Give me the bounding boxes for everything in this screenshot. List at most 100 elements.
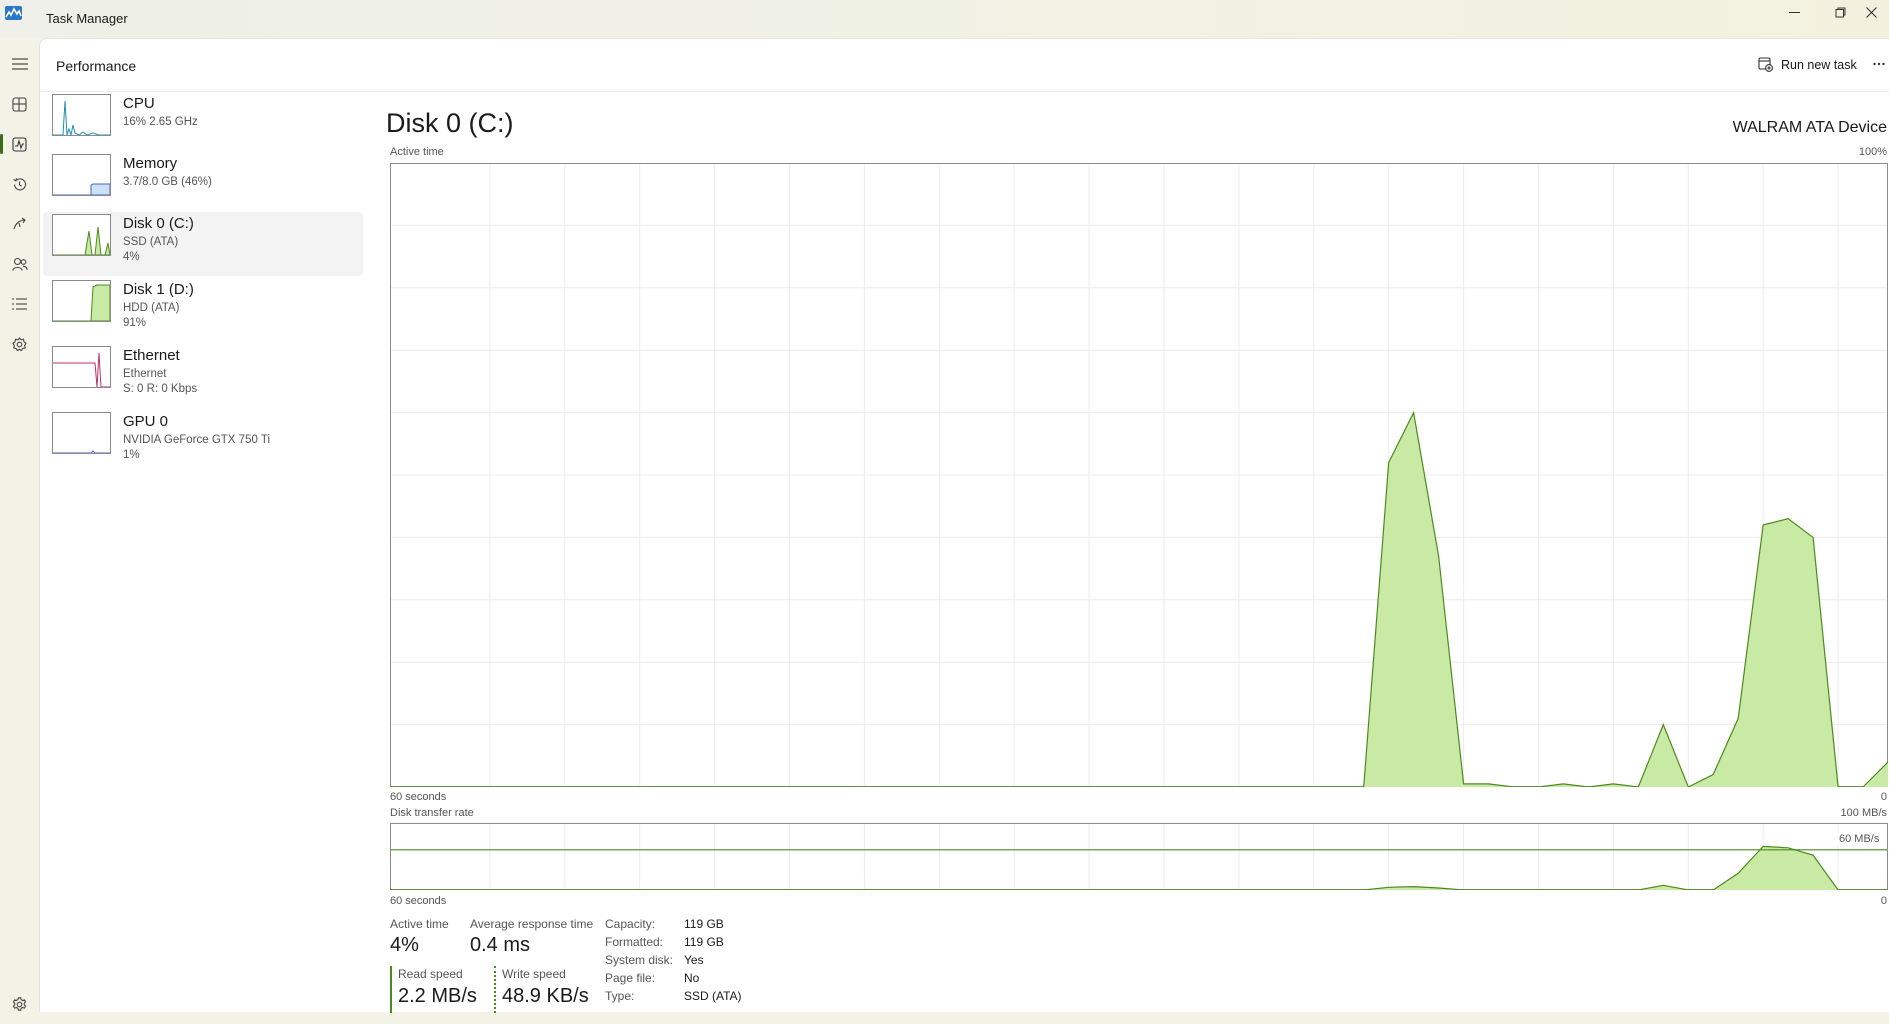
services-icon — [12, 336, 27, 351]
device-detail-line1: SSD (ATA) — [123, 236, 179, 248]
device-name: CPU — [123, 95, 155, 112]
title-bar: Task Manager — [0, 0, 1889, 38]
task-manager-app-icon — [5, 6, 22, 20]
avg-response-stat-value: 0.4 ms — [470, 934, 531, 956]
device-detail-line1: HDD (ATA) — [123, 302, 180, 314]
device-detail-line1: Ethernet — [123, 368, 167, 380]
device-detail-line2: S: 0 R: 0 Kbps — [123, 383, 198, 395]
read-speed-value: 2.2 MB/s — [398, 985, 477, 1007]
minimize-button[interactable] — [1771, 2, 1817, 22]
device-item-disk-1-d[interactable]: Disk 1 (D:) HDD (ATA) 91% — [43, 278, 363, 342]
device-item-memory[interactable]: Memory 3.7/8.0 GB (46%) — [43, 152, 363, 216]
chart-border — [390, 823, 1888, 890]
thumbnail-series — [53, 100, 110, 135]
device-thumbnail-graph — [52, 346, 111, 388]
device-name: Disk 1 (D:) — [123, 281, 194, 298]
nav-services[interactable] — [0, 324, 39, 364]
avg-response-stat-label: Average response time — [470, 917, 594, 931]
detail-title: Disk 0 (C:) — [386, 108, 514, 138]
device-detail-line2: 4% — [123, 251, 140, 263]
capacity-value: 119 GB — [684, 917, 724, 931]
nav-details[interactable] — [0, 284, 39, 324]
x2-axis-right-label: 0 — [1880, 895, 1887, 907]
write-speed-label: Write speed — [502, 967, 566, 981]
restore-icon — [1835, 7, 1845, 17]
main-panel: Performance Run new task CPU 16% 2.65 GHz… — [39, 38, 1889, 1013]
processes-icon — [12, 96, 27, 112]
active-time-chart — [390, 163, 1888, 787]
active-time-stat-value: 4% — [390, 934, 419, 956]
active-time-max-label: 100% — [1858, 146, 1887, 158]
device-name: Memory — [123, 155, 178, 172]
system-disk-value: Yes — [684, 953, 704, 967]
device-item-cpu[interactable]: CPU 16% 2.65 GHz — [43, 92, 363, 156]
thumbnail-series — [53, 352, 110, 387]
type-value: SSD (ATA) — [684, 989, 742, 1003]
transfer-rate-chart — [390, 823, 1888, 890]
device-thumbnail-graph — [52, 94, 111, 136]
run-new-task-button[interactable]: Run new task — [1748, 49, 1867, 80]
type-key: Type: — [605, 989, 635, 1003]
page-file-value: No — [684, 971, 700, 985]
more-options-button[interactable] — [1868, 53, 1889, 75]
thumbnail-series — [53, 183, 110, 195]
users-icon — [11, 257, 28, 271]
device-name: Ethernet — [123, 347, 180, 364]
device-item-disk-0-c[interactable]: Disk 0 (C:) SSD (ATA) 4% — [43, 212, 363, 276]
close-icon — [1865, 6, 1877, 18]
device-thumbnail-graph — [52, 412, 111, 454]
nav-performance[interactable] — [0, 124, 39, 164]
formatted-value: 119 GB — [684, 935, 724, 949]
formatted-key: Formatted: — [605, 935, 664, 949]
performance-icon — [12, 136, 27, 152]
transfer-reference-label: 60 MB/s — [1837, 833, 1882, 845]
thumbnail-series — [53, 450, 110, 453]
device-detail-line2: 1% — [123, 449, 140, 461]
nav-settings[interactable] — [0, 984, 39, 1024]
run-new-task-label: Run new task — [1781, 57, 1857, 72]
more-icon — [1873, 62, 1885, 66]
hamburger-icon — [11, 58, 28, 70]
device-name: GPU 0 — [123, 413, 169, 430]
transfer-rate-axis-label: Disk transfer rate — [390, 807, 474, 819]
nav-startup-apps[interactable] — [0, 204, 39, 244]
minimize-icon — [1788, 11, 1800, 13]
read-speed-marker — [390, 966, 392, 1013]
device-model: WALRAM ATA Device — [1732, 119, 1887, 136]
x-axis-left-label: 60 seconds — [390, 791, 447, 803]
device-thumbnail-graph — [52, 154, 111, 196]
read-speed-label: Read speed — [398, 967, 463, 981]
device-detail-line1: 3.7/8.0 GB (46%) — [123, 176, 212, 188]
settings-icon — [12, 996, 27, 1011]
thumbnail-series — [53, 226, 110, 255]
device-item-gpu-0[interactable]: GPU 0 NVIDIA GeForce GTX 750 Ti 1% — [43, 410, 363, 474]
nav-users[interactable] — [0, 244, 39, 284]
device-thumbnail-graph — [52, 214, 111, 256]
startup-apps-icon — [13, 217, 26, 229]
window-title: Task Manager — [46, 11, 128, 26]
nav-menu-button[interactable] — [0, 44, 39, 84]
thumbnail-series — [53, 284, 110, 321]
app-history-icon — [13, 177, 27, 190]
device-thumbnail-graph — [52, 280, 111, 322]
page-title: Performance — [56, 58, 137, 74]
nav-rail — [0, 38, 39, 1012]
run-task-icon — [1758, 57, 1773, 72]
active-time-axis-label: Active time — [390, 146, 444, 158]
nav-app-history[interactable] — [0, 164, 39, 204]
device-detail-line1: 16% 2.65 GHz — [123, 116, 198, 128]
device-detail-line1: NVIDIA GeForce GTX 750 Ti — [123, 434, 270, 446]
active-time-stat-label: Active time — [390, 917, 449, 931]
x2-axis-left-label: 60 seconds — [390, 895, 447, 907]
system-disk-key: System disk: — [605, 953, 674, 967]
transfer-rate-max-label: 100 MB/s — [1840, 807, 1887, 819]
write-speed-marker — [494, 966, 496, 1013]
page-header: Performance Run new task — [40, 39, 1889, 92]
details-icon — [12, 298, 27, 310]
page-file-key: Page file: — [605, 971, 656, 985]
x-axis-right-label: 0 — [1880, 791, 1887, 803]
capacity-key: Capacity: — [605, 917, 656, 931]
device-item-ethernet[interactable]: Ethernet Ethernet S: 0 R: 0 Kbps — [43, 344, 363, 408]
close-button[interactable] — [1853, 2, 1889, 22]
nav-processes[interactable] — [0, 84, 39, 124]
